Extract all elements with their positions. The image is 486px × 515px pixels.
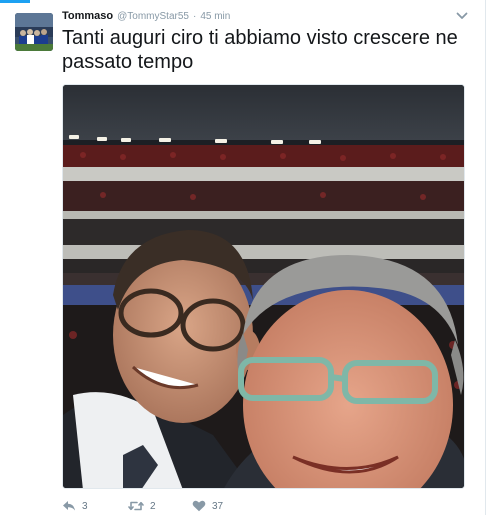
timeline-frame: Tommaso @TommyStar55 · 45 min Tanti augu…	[0, 0, 486, 515]
tweet-actions: 3 2 37	[62, 496, 252, 515]
tweet-header: Tommaso @TommyStar55 · 45 min	[62, 10, 230, 26]
like-count: 37	[212, 500, 224, 512]
reply-count: 3	[82, 500, 88, 512]
heart-icon	[192, 500, 206, 512]
avatar[interactable]	[15, 13, 53, 51]
tweet-card[interactable]: Tommaso @TommyStar55 · 45 min Tanti augu…	[0, 0, 476, 515]
author-name[interactable]: Tommaso	[62, 10, 113, 22]
retweet-count: 2	[150, 500, 156, 512]
chevron-down-icon[interactable]	[455, 9, 469, 23]
like-button[interactable]: 37	[192, 500, 252, 512]
reply-icon	[63, 501, 75, 511]
tweet-timestamp[interactable]: 45 min	[200, 11, 230, 22]
avatar-image	[15, 13, 53, 51]
retweet-icon	[128, 501, 144, 511]
retweet-button[interactable]: 2	[128, 500, 192, 512]
selfie-photo	[63, 85, 464, 488]
tweet-photo[interactable]	[62, 84, 465, 489]
author-screen-name[interactable]: @TommyStar55	[117, 11, 189, 22]
tweet-text: Tanti auguri ciro ti abbiamo visto cresc…	[62, 27, 458, 73]
header-separator: ·	[192, 11, 197, 22]
reply-button[interactable]: 3	[62, 500, 128, 512]
